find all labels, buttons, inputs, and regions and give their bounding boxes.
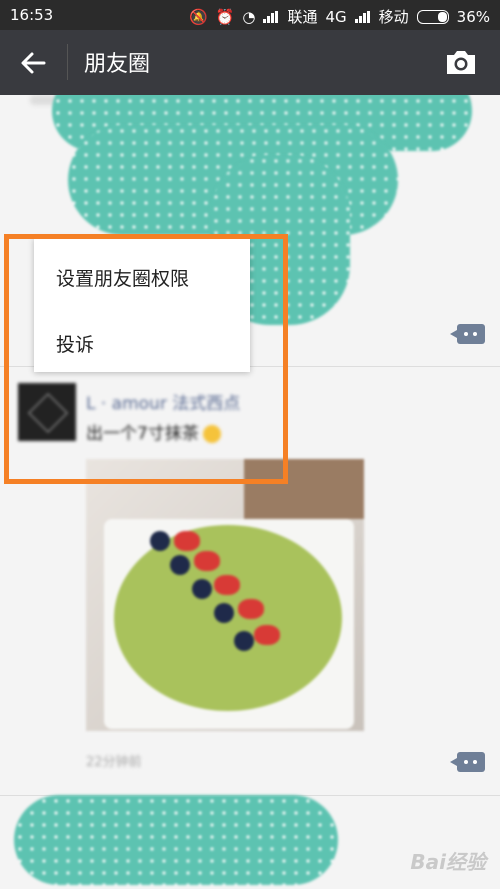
moments-feed[interactable]: L · amour 法式西点 出一个7寸抹茶 22分钟前: [0, 95, 500, 889]
page-title: 朋友圈: [84, 52, 151, 77]
status-indicators: 🔕 ⏰ ◔ 联通 4G 移动 36%: [189, 6, 490, 27]
signal-icon: [263, 10, 279, 23]
comment-button[interactable]: [450, 324, 485, 344]
alarm-icon: ⏰: [215, 7, 235, 26]
post-time: 22分钟前: [86, 755, 142, 770]
network-label: 4G: [325, 7, 347, 26]
nav-bar: 朋友圈: [0, 30, 500, 95]
post-photo[interactable]: [86, 459, 364, 731]
wifi-icon: ◔: [242, 7, 256, 26]
comment-button[interactable]: [450, 752, 485, 772]
privacy-mask: [14, 795, 338, 885]
carrier1-label: 联通: [287, 8, 318, 26]
back-arrow-icon[interactable]: [18, 48, 48, 78]
nav-divider: [67, 44, 68, 80]
mute-icon: 🔕: [188, 7, 208, 26]
camera-icon[interactable]: [444, 48, 478, 76]
signal-icon-2: [354, 10, 371, 23]
watermark: Bai经验: [410, 850, 486, 874]
carrier2-label: 移动: [378, 8, 409, 26]
battery-icon: [416, 9, 449, 24]
highlight-box: [4, 234, 288, 484]
battery-label: 36%: [456, 7, 490, 26]
status-bar: 16:53 🔕 ⏰ ◔ 联通 4G 移动 36%: [0, 0, 500, 30]
status-time: 16:53: [10, 6, 54, 24]
